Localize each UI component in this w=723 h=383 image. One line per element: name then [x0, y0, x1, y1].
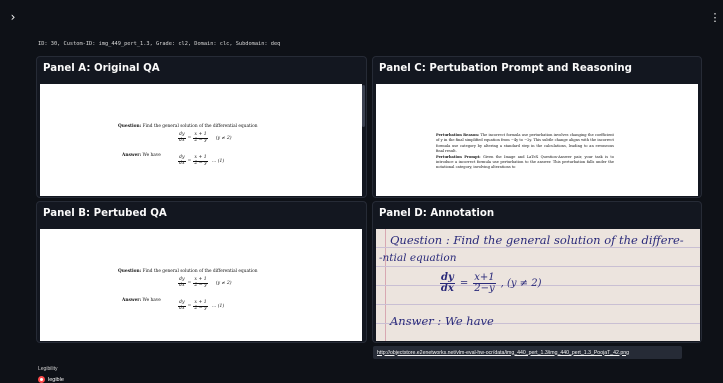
app-header	[0, 0, 723, 30]
answer-line: Answer: We have	[122, 298, 161, 303]
image-url-link[interactable]: http://objectstore.e2enetworks.net/vlm-e…	[377, 350, 629, 356]
handwritten-annotation-image: Question : Find the general solution of …	[376, 229, 700, 341]
handwritten-equation: dy dx = x+1 2−y , (y ≠ 2)	[440, 272, 542, 294]
image-url-tooltip: http://objectstore.e2enetworks.net/vlm-e…	[373, 346, 682, 359]
panel-title: Panel C: Pertubation Prompt and Reasonin…	[379, 63, 632, 74]
panel-perturbation-prompt: Panel C: Pertubation Prompt and Reasonin…	[372, 56, 702, 198]
question-text: Find the general solution of the differe…	[142, 124, 258, 129]
main-menu-button[interactable]: ⋮	[709, 10, 721, 24]
perturbation-text: Perturbation Reason: The incorrect formu…	[436, 133, 614, 170]
question-label: Question:	[118, 124, 142, 129]
panel-annotation: Panel D: Annotation Question : Find the …	[372, 201, 702, 343]
record-meta: ID: 30, Custom-ID: img_449_pert_1.3, Gra…	[38, 41, 281, 47]
legibility-radio-option[interactable]: legible	[38, 376, 64, 383]
answer-line: Answer: We have	[122, 153, 161, 158]
panel-title: Panel D: Annotation	[379, 208, 495, 219]
equation: dy dx = x + 12 − y … (1)	[178, 155, 225, 166]
equation: dy dx = x + 12 − y … (1)	[178, 300, 225, 311]
equation: dy dx = x + 12 − y (y ≠ 2)	[178, 132, 232, 143]
scrollbar[interactable]	[362, 85, 365, 127]
panel-title: Panel A: Original QA	[43, 63, 160, 74]
qa-text: Question: Find the general solution of t…	[118, 124, 257, 130]
document-image: Question: Find the general solution of t…	[40, 229, 362, 341]
kebab-menu-icon: ⋮	[709, 10, 721, 24]
chevron-right-icon: ›	[10, 10, 16, 24]
sidebar-collapse-button[interactable]: ›	[4, 8, 22, 26]
equation: dy dx = x + 12 − y (y ≠ 2)	[178, 277, 232, 288]
panel-title: Panel B: Pertubed QA	[43, 208, 167, 219]
document-image: Question: Find the general solution of t…	[40, 84, 362, 196]
panel-perturbed-qa: Panel B: Pertubed QA Question: Find the …	[36, 201, 367, 343]
qa-text: Question: Find the general solution of t…	[118, 269, 258, 274]
radio-label: legible	[48, 376, 64, 383]
panel-original-qa: Panel A: Original QA Question: Find the …	[36, 56, 367, 198]
legibility-label: Legibility	[38, 366, 58, 372]
radio-selected-icon[interactable]	[38, 376, 45, 383]
document-image: Perturbation Reason: The incorrect formu…	[376, 84, 698, 196]
